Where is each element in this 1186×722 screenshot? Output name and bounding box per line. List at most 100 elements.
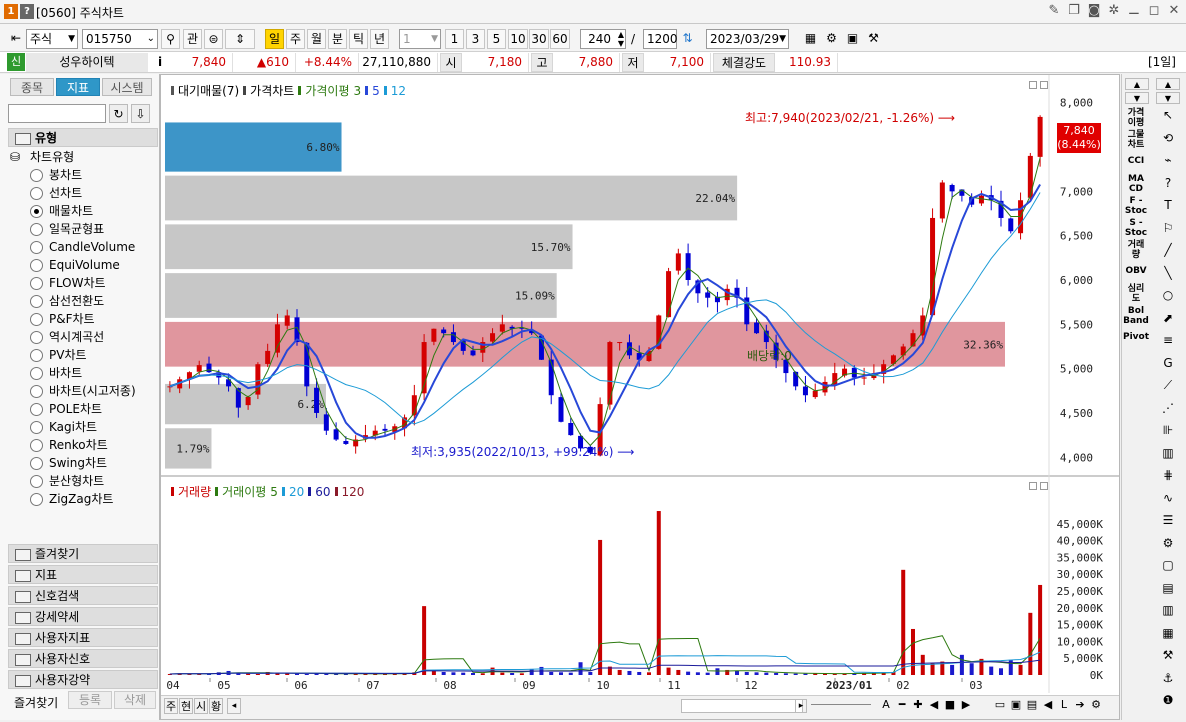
chart-type-11[interactable]: 바차트 [30, 364, 82, 382]
channel-icon[interactable]: ⟋ [1156, 376, 1180, 395]
total-count-input[interactable]: 1200 [643, 29, 678, 49]
bottom-tab-market[interactable]: 시 [194, 698, 208, 714]
spin-icon[interactable]: ▲ ▼ [618, 30, 624, 48]
section-2[interactable]: 신호검색 [8, 586, 158, 605]
gwan-button[interactable]: 관 [183, 29, 202, 49]
chart-type-18[interactable]: ZigZag차트 [30, 490, 113, 508]
line-l-icon[interactable]: L [1057, 698, 1071, 711]
stock-chart-canvas[interactable]: 1.79% 6.2% 32.36% 15.09% 15.70% 22.04% 6.80% 8… [158, 75, 1119, 719]
chart-area[interactable]: 1.79% 6.2% 32.36% 15.09% 15.70% 22.04% 6.80% 8… [158, 74, 1120, 720]
favorites-tab[interactable]: 즐겨찾기 [14, 694, 58, 711]
chart-type-0[interactable]: 봉차트 [30, 166, 82, 184]
date-select[interactable]: 2023/03/29 ▼ [706, 29, 789, 49]
app-badge[interactable]: 1 [4, 4, 18, 19]
tab-indicator[interactable]: 지표 [56, 78, 100, 96]
refresh-arrows-icon[interactable]: ⇅ [678, 29, 697, 49]
indicator-obv[interactable]: OBV [1122, 266, 1150, 276]
interval-1-button[interactable]: 1 [445, 29, 464, 49]
section-0[interactable]: 즐겨찾기 [8, 544, 158, 563]
circle-icon[interactable]: ○ [1156, 286, 1180, 305]
interval-5-button[interactable]: 5 [487, 29, 506, 49]
undo-icon[interactable]: ⟲ [1156, 129, 1180, 148]
anchor-icon[interactable]: ⚓ [1156, 669, 1180, 688]
section-5[interactable]: 사용자신호 [8, 649, 158, 668]
indicator-price-ma[interactable]: 가격 이평 [1122, 108, 1150, 128]
cycle-icon[interactable]: ⊪ [1156, 421, 1180, 440]
settings-gear-icon[interactable]: ✲ [1106, 3, 1122, 19]
interval-10-button[interactable]: 10 [508, 29, 528, 49]
bottom-tab-main[interactable]: 주 [164, 698, 178, 714]
chart-type-14[interactable]: Kagi차트 [30, 418, 97, 436]
chart-type-10[interactable]: PV차트 [30, 346, 87, 364]
chart-type-16[interactable]: Swing차트 [30, 454, 107, 472]
indicator-gurechart[interactable]: 그물 차트 [1122, 130, 1150, 150]
period-week-button[interactable]: 주 [286, 29, 305, 49]
chart-type-9[interactable]: 역시계곡선 [30, 328, 104, 346]
scroll-right-icon[interactable]: ▸ [795, 699, 807, 713]
link-icon[interactable]: ⊜ [204, 29, 223, 49]
section-type[interactable]: 유형 [8, 128, 158, 147]
save-icon[interactable]: ▣ [843, 29, 862, 49]
hash-icon[interactable]: ⋕ [1156, 466, 1180, 485]
indicator-pivot[interactable]: Pivot [1122, 332, 1150, 342]
stock-code-input[interactable]: 015750 ⌄ [82, 29, 158, 49]
zoom-slider[interactable] [811, 704, 871, 708]
tools-icon[interactable]: ⚒ [864, 29, 883, 49]
auto-icon[interactable]: ⚙ [1156, 534, 1180, 553]
floppy-icon[interactable]: ▣ [1009, 698, 1023, 711]
period-month-button[interactable]: 월 [307, 29, 326, 49]
section-3[interactable]: 강세약세 [8, 607, 158, 626]
legend-volume[interactable]: 거래량 [178, 483, 211, 500]
config-gear-icon[interactable]: ⚙ [822, 29, 841, 49]
pane-max-icon[interactable] [1029, 482, 1037, 490]
tab-stock[interactable]: 종목 [10, 78, 54, 96]
scroll-track[interactable] [681, 699, 803, 713]
memo-icon[interactable]: ✎ [1046, 3, 1062, 19]
chart-type-7[interactable]: 삼선전환도 [30, 292, 104, 310]
tools-up-icon[interactable]: ▲ [1156, 78, 1180, 90]
bottom-tab-status[interactable]: 황 [209, 698, 223, 714]
ray-icon[interactable]: ╲ [1156, 264, 1180, 283]
legend-profile[interactable]: 대기매물(7) [178, 82, 239, 99]
window-icon[interactable]: ▢ [1156, 556, 1180, 575]
fibo-icon[interactable]: ≡ [1156, 331, 1180, 350]
interval-3-button[interactable]: 3 [466, 29, 485, 49]
period-minute-button[interactable]: 분 [328, 29, 347, 49]
help-icon[interactable]: ? [1156, 174, 1180, 193]
help-icon[interactable]: ? [20, 4, 34, 19]
chart-type-12[interactable]: 바차트(시고저종) [30, 382, 136, 400]
list-icon[interactable]: ☰ [1156, 511, 1180, 530]
info-icon[interactable]: ❶ [1156, 691, 1180, 710]
pattern-icon[interactable]: ⌁ [1156, 151, 1180, 170]
chart-type-17[interactable]: 분산형차트 [30, 472, 104, 490]
memo-icon[interactable]: ▤ [1156, 579, 1180, 598]
indicator-s-stoc[interactable]: S - Stoc [1122, 218, 1150, 238]
updown-stepper[interactable]: ⇕ [225, 29, 255, 49]
pane-max-icon[interactable] [1029, 81, 1037, 89]
refresh-icon[interactable]: ↻ [109, 104, 128, 123]
fan-icon[interactable]: ⋰ [1156, 399, 1180, 418]
legend-price[interactable]: 가격차트 [250, 82, 294, 99]
section-1[interactable]: 지표 [8, 565, 158, 584]
interval-60-button[interactable]: 60 [550, 29, 570, 49]
arrow-right-icon[interactable]: ➔ [1073, 698, 1087, 711]
bar-icon[interactable]: ▥ [1156, 601, 1180, 620]
tick-select[interactable]: 1 ▼ [399, 29, 441, 49]
register-button[interactable]: 등록 [68, 691, 112, 709]
chart-icon[interactable]: ▦ [801, 29, 820, 49]
chart-type-2[interactable]: 매물차트 [30, 202, 93, 220]
minimize-icon[interactable]: ⚊ [1126, 3, 1142, 19]
tools-icon[interactable]: ⚒ [1156, 646, 1180, 665]
indicator-volume[interactable]: 거래 량 [1122, 240, 1150, 260]
prev-icon[interactable]: ◀ [927, 698, 941, 711]
chart-type-13[interactable]: POLE차트 [30, 400, 102, 418]
tools-down-icon[interactable]: ▼ [1156, 92, 1180, 104]
indicator-search-input[interactable] [8, 104, 106, 123]
wave-icon[interactable]: ∿ [1156, 489, 1180, 508]
print-icon[interactable]: ▤ [1025, 698, 1039, 711]
close-icon[interactable]: ✕ [1166, 3, 1182, 19]
legend-vol-ma[interactable]: 거래이평 [222, 483, 266, 500]
arrow-left-icon[interactable]: ◀ [1041, 698, 1055, 711]
flag-icon[interactable]: ⚐ [1156, 219, 1180, 238]
chart-type-6[interactable]: FLOW차트 [30, 274, 106, 292]
